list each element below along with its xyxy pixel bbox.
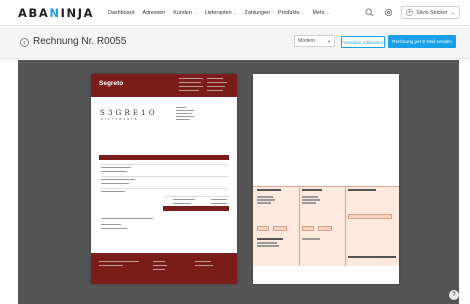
back-button[interactable] [20, 38, 29, 47]
page-title: Rechnung Nr. R0055 [33, 36, 127, 47]
nav-produkte[interactable]: Produkte ⌄ [278, 10, 304, 16]
search-icon[interactable] [363, 7, 375, 19]
brand-name: Segreto [99, 80, 124, 87]
header-tools: Silvio Stricker ⌄ [363, 6, 460, 19]
pdf-preview-area[interactable]: Segreto S3GRE1O RISTORANTE [18, 60, 459, 304]
invoice-page: Segreto S3GRE1O RISTORANTE [91, 74, 237, 284]
nav-zahlungen[interactable]: Zahlungen [245, 10, 270, 16]
items-table-header [99, 155, 229, 160]
nav-kunden[interactable]: Kunden ⌄ [173, 10, 196, 16]
chevron-down-icon: ⌄ [233, 10, 237, 15]
nav-lieferanten[interactable]: Lieferanten ⌄ [205, 10, 237, 16]
invoice-header-bar: Segreto [91, 74, 237, 97]
avatar-icon [406, 9, 414, 16]
main-nav: Dashboard Adressen Kunden ⌄ Lieferanten ⌄ … [108, 10, 330, 16]
invoice-header: Rechnung Nr. R0055 Modern ▼ Vorschau sch… [0, 27, 470, 59]
payment-slip [253, 186, 399, 266]
nav-mehr[interactable]: Mehr ⌄ [312, 10, 329, 16]
nav-adressen[interactable]: Adressen [142, 10, 165, 16]
nav-dashboard[interactable]: Dashboard [108, 10, 134, 16]
help-button[interactable]: ? [449, 290, 459, 300]
chevron-down-icon: ⌄ [301, 10, 305, 15]
chevron-down-icon: ⌄ [450, 9, 455, 16]
close-preview-button[interactable]: Vorschau schliessen [341, 36, 385, 48]
chevron-down-icon: ▼ [327, 38, 331, 44]
chevron-down-icon: ⌄ [193, 10, 197, 15]
chevron-left-icon [23, 40, 26, 45]
user-menu-button[interactable]: Silvio Stricker ⌄ [401, 6, 460, 19]
design-select[interactable]: Modern ▼ [294, 35, 335, 47]
restaurant-logo: S3GRE1O [100, 109, 158, 117]
total-bar [163, 206, 229, 211]
payment-slip-page [253, 74, 399, 284]
gear-icon[interactable] [382, 7, 394, 19]
abaninja-logo[interactable]: ABANINJA [18, 6, 94, 20]
top-navbar: ABANINJA Dashboard Adressen Kunden ⌄ Lief… [0, 0, 470, 26]
restaurant-logo-subtitle: RISTORANTE [101, 118, 139, 121]
invoice-footer-bar [91, 253, 237, 284]
send-email-button[interactable]: Rechnung per E-Mail senden [388, 35, 456, 48]
chevron-down-icon: ⌄ [326, 10, 330, 15]
